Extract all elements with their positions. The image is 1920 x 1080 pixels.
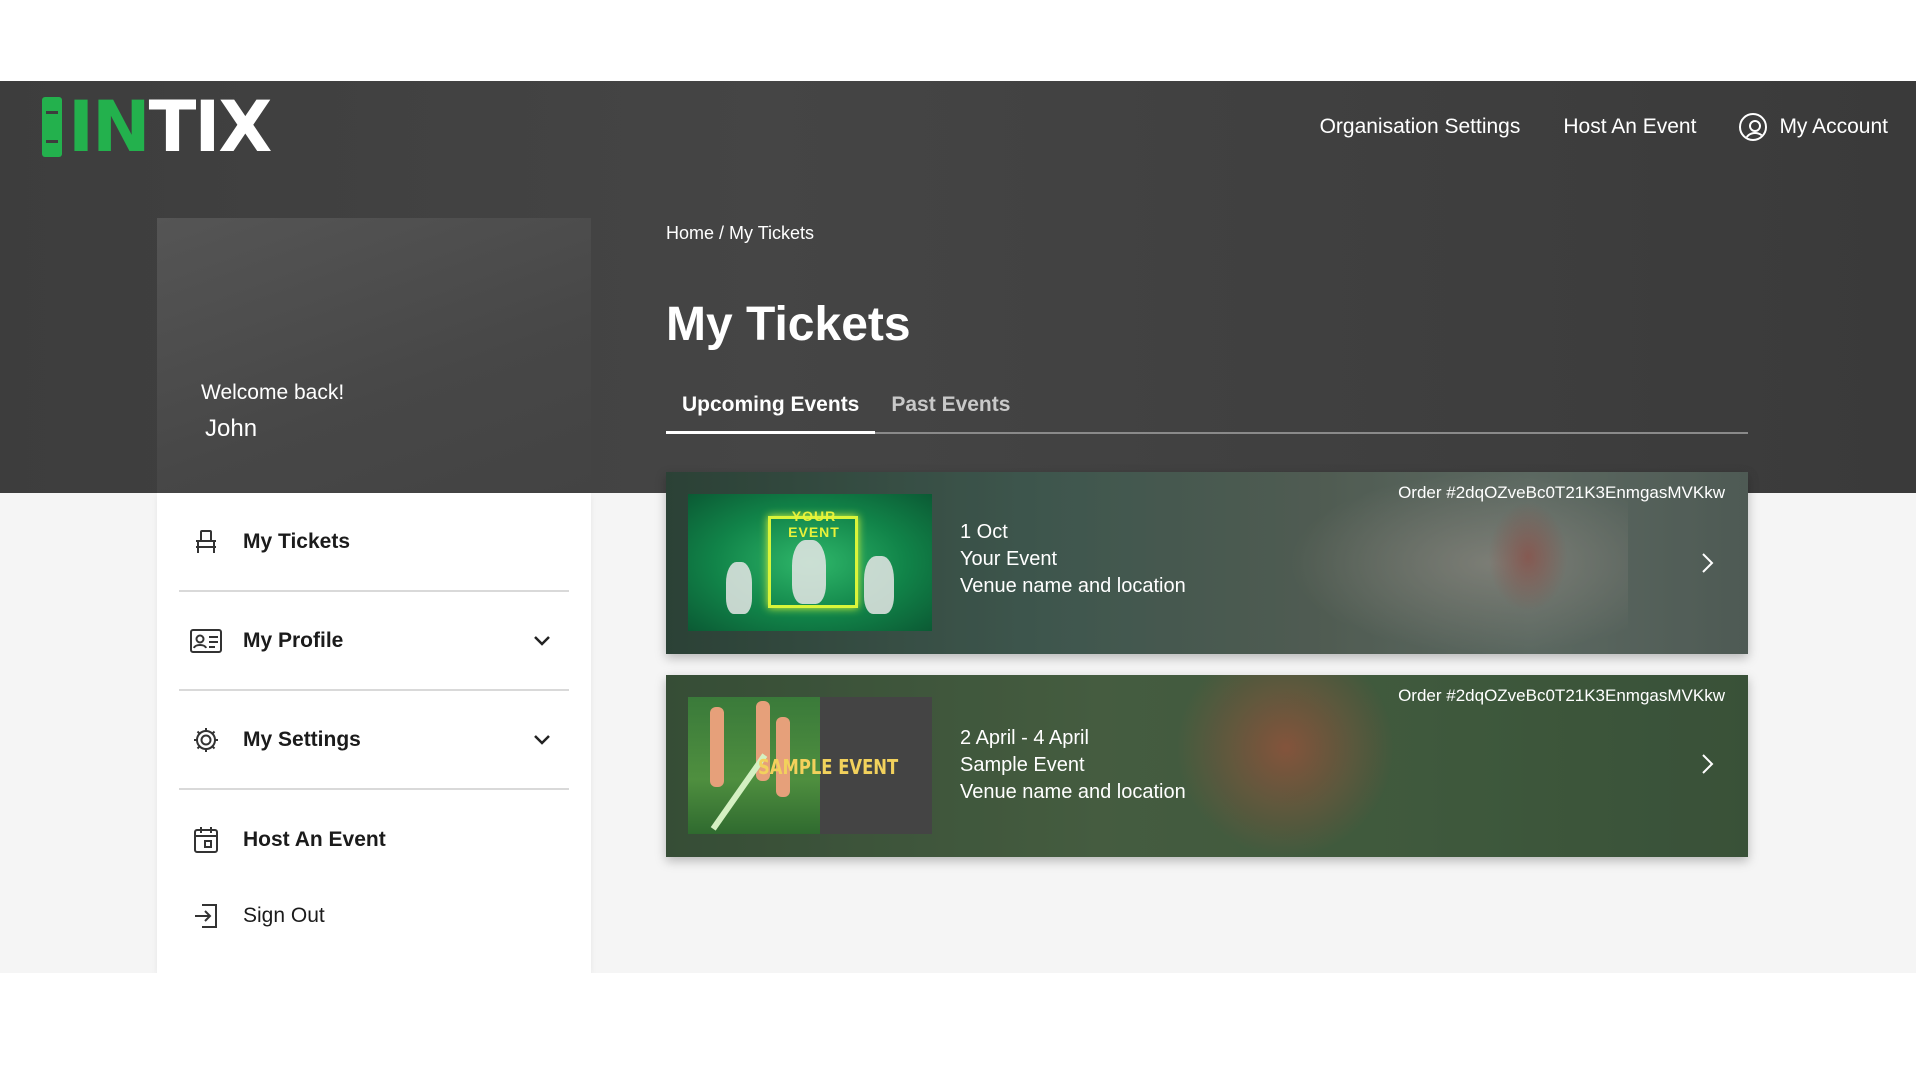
welcome-text: Welcome back! [201, 381, 345, 404]
chevron-right-icon[interactable] [1696, 753, 1718, 775]
sidebar-item-sign-out[interactable]: Sign Out [179, 866, 569, 965]
sidebar-item-label: My Settings [243, 727, 361, 751]
sidebar-item-label: My Tickets [243, 529, 350, 553]
thumbnail-title: YOUR EVENT [788, 508, 840, 540]
sidebar-welcome-panel: Welcome back! John [157, 218, 591, 493]
gear-icon [189, 723, 223, 757]
sidebar-item-label: My Profile [243, 628, 344, 652]
ticket-icon [189, 525, 223, 559]
chevron-right-icon[interactable] [1696, 552, 1718, 574]
thumbnail-title: SAMPLE EVENT [758, 755, 899, 779]
sidebar-item-label: Sign Out [243, 903, 325, 927]
ticket-venue: Venue name and location [960, 781, 1186, 803]
ticket-venue: Venue name and location [960, 575, 1186, 597]
breadcrumb[interactable]: Home / My Tickets [666, 223, 814, 244]
id-card-icon [189, 624, 223, 658]
sidebar-item-my-tickets[interactable]: My Tickets [179, 493, 569, 592]
ticket-date: 1 Oct [960, 521, 1008, 543]
intix-logo[interactable]: INTIX [42, 86, 272, 168]
app-frame: INTIX Organisation Settings Host An Even… [0, 81, 1916, 973]
nav-my-account[interactable]: My Account [1739, 113, 1888, 141]
ticket-event-name: Sample Event [960, 754, 1085, 776]
sidebar-menu: My Tickets My Profile My Settings Host A… [157, 493, 591, 973]
order-number: Order #2dqOZveBc0T21K3EnmgasMVKkw [1398, 483, 1725, 502]
ticket-logo-icon [42, 97, 62, 157]
sidebar-item-my-profile[interactable]: My Profile [179, 592, 569, 691]
ticket-date: 2 April - 4 April [960, 727, 1089, 749]
calendar-icon [189, 823, 223, 857]
page-title: My Tickets [666, 298, 911, 351]
nav-organisation-settings[interactable]: Organisation Settings [1320, 115, 1521, 139]
sidebar-item-label: Host An Event [243, 827, 386, 851]
username: John [205, 415, 258, 442]
ticket-card[interactable]: YOUR EVENT Order #2dqOZveBc0T21K3EnmgasM… [666, 472, 1748, 654]
chevron-down-icon[interactable] [529, 628, 555, 654]
ticket-card[interactable]: SAMPLE EVENT Order #2dqOZveBc0T21K3Enmga… [666, 675, 1748, 857]
nav-my-account-label: My Account [1779, 115, 1888, 138]
tab-upcoming-events[interactable]: Upcoming Events [666, 391, 876, 434]
sidebar-item-my-settings[interactable]: My Settings [179, 691, 569, 790]
user-circle-icon [1739, 113, 1768, 141]
order-number: Order #2dqOZveBc0T21K3EnmgasMVKkw [1398, 686, 1725, 705]
nav-host-an-event[interactable]: Host An Event [1563, 115, 1696, 139]
ticket-event-name: Your Event [960, 548, 1058, 570]
event-thumbnail: SAMPLE EVENT [688, 697, 932, 834]
tab-past-events[interactable]: Past Events [875, 391, 1026, 434]
event-thumbnail: YOUR EVENT [688, 494, 932, 631]
nav-host-an-event-label: Host An Event [1563, 115, 1697, 138]
sign-out-icon [189, 899, 223, 933]
top-nav: Organisation Settings Host An Event My A… [1320, 113, 1888, 141]
logo-text: INTIX [68, 86, 272, 168]
event-tabs: Upcoming Events Past Events [666, 391, 1748, 434]
chevron-down-icon[interactable] [529, 727, 555, 753]
nav-organisation-settings-label: Organisation Settings [1319, 115, 1521, 138]
